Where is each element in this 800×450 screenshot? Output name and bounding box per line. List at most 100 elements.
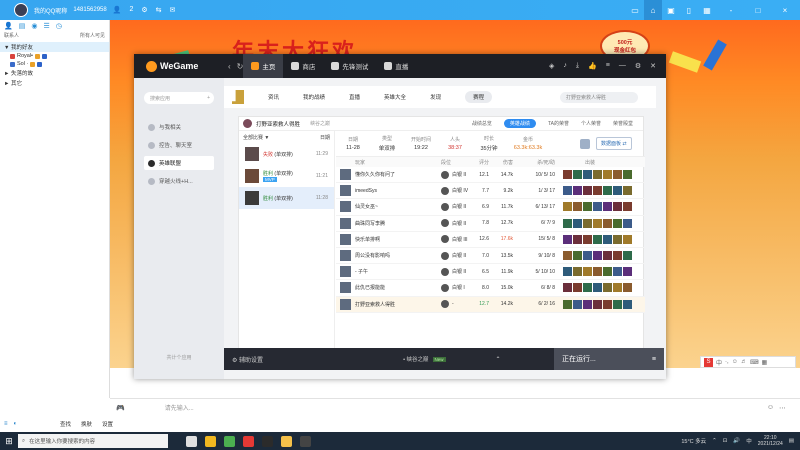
player-name[interactable]: 懂你久久你有问了 bbox=[351, 171, 433, 178]
item-icon[interactable] bbox=[603, 202, 612, 212]
player-name[interactable]: 仙灵女巫~ bbox=[351, 203, 433, 210]
item-icon[interactable] bbox=[583, 170, 592, 180]
item-icon[interactable] bbox=[593, 218, 602, 228]
more-icon[interactable]: ⋯ bbox=[779, 404, 786, 412]
item-icon[interactable] bbox=[583, 234, 592, 244]
item-icon[interactable] bbox=[623, 234, 632, 244]
sidebar-item-cf[interactable]: 穿越火线+H... bbox=[144, 174, 214, 188]
chinese-mode-icon[interactable]: 中 bbox=[716, 358, 722, 367]
minimize-button[interactable]: - bbox=[722, 0, 740, 20]
item-icon[interactable] bbox=[593, 170, 602, 180]
player-name[interactable]: 打野亚索救人得胜 bbox=[351, 301, 433, 308]
data-panel-button[interactable]: 数据面板 ⇄ bbox=[596, 137, 632, 150]
gear-icon[interactable]: ⚙ bbox=[141, 6, 147, 14]
match-row-selected[interactable]: 胜利 (单双排) 11:28 bbox=[239, 187, 334, 209]
taskbar-search-input[interactable]: ⌕ 在这里输入你要搜索的内容 bbox=[18, 434, 168, 448]
item-icon[interactable] bbox=[573, 170, 582, 180]
player-search-input[interactable]: 打野亚索救人得胜 bbox=[560, 91, 638, 103]
item-icon[interactable] bbox=[583, 218, 592, 228]
item-icon[interactable] bbox=[613, 186, 622, 196]
player-name[interactable]: 曲珠同写李腾 bbox=[351, 220, 433, 227]
task-view-icon[interactable] bbox=[186, 435, 197, 447]
player-row[interactable]: 懂你久久你有问了 白银 II 12.1 14.7k 10/ 5/ 10 bbox=[336, 167, 645, 184]
item-icon[interactable] bbox=[613, 283, 622, 293]
settings-icon[interactable]: ⚙ bbox=[635, 62, 641, 70]
item-icon[interactable] bbox=[603, 234, 612, 244]
skin-icon[interactable]: ▦ bbox=[762, 359, 768, 366]
item-icon[interactable] bbox=[593, 234, 602, 244]
item-icon[interactable] bbox=[603, 267, 612, 277]
tab-hall[interactable]: 荣誉殿堂 bbox=[613, 120, 633, 127]
sidebar-item-lol[interactable]: 英雄联盟 bbox=[144, 156, 214, 170]
chrome-icon[interactable] bbox=[224, 435, 235, 447]
champion-icon[interactable] bbox=[340, 185, 351, 197]
item-icon[interactable] bbox=[623, 267, 632, 277]
bag-icon[interactable]: ▣ bbox=[662, 0, 680, 20]
item-icon[interactable] bbox=[593, 299, 602, 309]
player-row[interactable]: 快乐单排啊 白银 III 12.6 17.6k 15/ 5/ 8 bbox=[336, 232, 645, 248]
app-dark-icon[interactable] bbox=[262, 435, 273, 447]
item-icon[interactable] bbox=[583, 202, 592, 212]
mic-icon[interactable]: ♬ bbox=[741, 359, 747, 365]
contact-label[interactable]: 联系人 bbox=[4, 32, 19, 42]
menu-icon[interactable]: ≡ bbox=[606, 62, 610, 70]
app-search-input[interactable]: 搜索应用 + bbox=[144, 92, 214, 104]
player-name[interactable]: 周公没有影响吗 bbox=[351, 252, 433, 259]
visibility-label[interactable]: 所有人可见 bbox=[80, 32, 105, 42]
close-button[interactable]: ✕ bbox=[650, 62, 656, 70]
tab-pioneer-test[interactable]: 先锋测试 bbox=[323, 54, 376, 78]
item-icon[interactable] bbox=[623, 186, 632, 196]
item-icon[interactable] bbox=[613, 267, 622, 277]
game-icon[interactable]: ▭ bbox=[626, 0, 644, 20]
sidebar-item-chatroom[interactable]: 控告、聊天室 bbox=[144, 138, 214, 152]
item-icon[interactable] bbox=[603, 186, 612, 196]
item-icon[interactable] bbox=[623, 251, 632, 261]
person-icon[interactable]: 👤 bbox=[113, 6, 122, 14]
ime-icon[interactable]: 中 bbox=[746, 437, 752, 445]
sogou-icon[interactable]: S bbox=[704, 357, 713, 367]
item-icon[interactable] bbox=[623, 283, 632, 293]
item-icon[interactable] bbox=[583, 186, 592, 196]
chat-icon[interactable]: ◉ bbox=[31, 22, 37, 30]
team-icon[interactable]: ☰ bbox=[43, 22, 49, 30]
notification-icon[interactable]: ▤ bbox=[789, 438, 794, 444]
item-icon[interactable] bbox=[603, 218, 612, 228]
contact-icon[interactable]: 👤 bbox=[4, 22, 13, 30]
skin-button[interactable]: 换肤 bbox=[81, 420, 92, 428]
tab-hero-record[interactable]: 英雄战绩 bbox=[503, 119, 536, 128]
network-icon[interactable]: ⊡ bbox=[723, 438, 728, 444]
item-icon[interactable] bbox=[573, 283, 582, 293]
player-name[interactable]: 快乐单排啊 bbox=[351, 236, 433, 243]
champion-icon[interactable] bbox=[340, 250, 351, 262]
weather-text[interactable]: 15°C 多云 bbox=[681, 437, 706, 445]
lol-tab-schedule[interactable]: 赛程 bbox=[465, 91, 493, 103]
item-icon[interactable] bbox=[563, 267, 572, 277]
shield-icon[interactable]: ◈ bbox=[549, 62, 554, 70]
item-icon[interactable] bbox=[613, 202, 622, 212]
item-icon[interactable] bbox=[613, 218, 622, 228]
running-button[interactable]: 正在运行... ≡ bbox=[554, 348, 664, 370]
bell-icon[interactable]: ♪ bbox=[563, 62, 567, 70]
app-red-icon[interactable] bbox=[243, 435, 254, 447]
item-icon[interactable] bbox=[603, 251, 612, 261]
item-icon[interactable] bbox=[593, 202, 602, 212]
mute-icon[interactable]: ◐ bbox=[14, 421, 18, 427]
item-icon[interactable] bbox=[603, 170, 612, 180]
player-row[interactable]: 仙灵女巫~ 白银 II 6.9 11.7k 6/ 13/ 17 bbox=[336, 199, 645, 216]
group-my-friends[interactable]: ▼ 我的好友 bbox=[0, 42, 109, 52]
lol-tab-heroes[interactable]: 英雄大全 bbox=[384, 93, 406, 101]
emoji-icon[interactable]: ☺ bbox=[767, 404, 774, 412]
clock[interactable]: 22:10 2021/12/24 bbox=[758, 435, 783, 447]
find-button[interactable]: 查找 bbox=[60, 420, 71, 428]
item-icon[interactable] bbox=[593, 267, 602, 277]
player-row[interactable]: 周公没有影响吗 白银 II 7.0 13.5k 9/ 10/ 8 bbox=[336, 248, 645, 265]
lol-tab-discover[interactable]: 发现 bbox=[430, 93, 441, 101]
history-icon[interactable]: ◷ bbox=[56, 22, 62, 30]
lol-tab-news[interactable]: 资讯 bbox=[268, 93, 279, 101]
back-icon[interactable]: ‹ bbox=[228, 62, 231, 71]
mail-icon[interactable]: ✉ bbox=[170, 6, 176, 14]
server-select[interactable]: • 峡谷之巅 New bbox=[403, 355, 446, 363]
item-icon[interactable] bbox=[583, 299, 592, 309]
player-name[interactable]: - 子午 bbox=[351, 268, 433, 275]
tab-honor[interactable]: TA的荣誉 bbox=[548, 120, 569, 127]
